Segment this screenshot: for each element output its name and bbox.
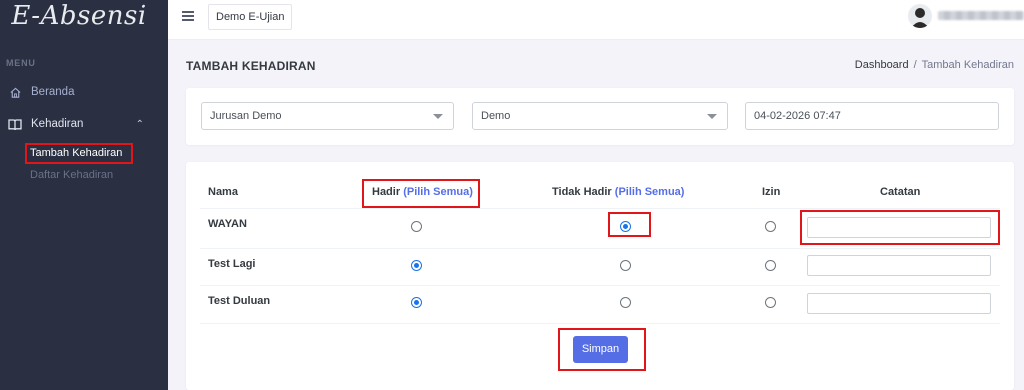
highlight-box	[25, 143, 133, 164]
menu-title: MENU	[6, 58, 36, 68]
page-title: TAMBAH KEHADIRAN	[186, 59, 316, 73]
radio-izin[interactable]	[765, 221, 776, 232]
brand-logo[interactable]: E-Absensi	[0, 0, 168, 40]
filter-card: Jurusan Demo Demo 04-02-2026 07:47	[186, 88, 1014, 145]
sidebar-item-beranda[interactable]: Beranda	[8, 85, 158, 99]
jurusan-value: Jurusan Demo	[210, 110, 282, 122]
radio-izin[interactable]	[765, 297, 776, 308]
pilih-semua-tidak-hadir-link[interactable]: (Pilih Semua)	[615, 186, 685, 198]
col-header-tidak-hadir: Tidak Hadir (Pilih Semua)	[552, 186, 684, 198]
avatar[interactable]	[908, 4, 932, 28]
row-divider	[200, 208, 1000, 209]
radio-izin[interactable]	[765, 260, 776, 271]
caret-down-icon	[707, 114, 717, 119]
caret-down-icon	[433, 114, 443, 119]
sidebar: E-Absensi MENU Beranda Kehadiran ⌃ Tamba…	[0, 0, 168, 390]
student-name: Test Lagi	[208, 258, 256, 270]
home-icon	[8, 85, 22, 99]
breadcrumb-separator: /	[913, 59, 917, 71]
radio-hadir[interactable]	[411, 297, 422, 308]
radio-hadir[interactable]	[411, 260, 422, 271]
username-blurred[interactable]	[938, 11, 1024, 20]
kelas-value: Demo	[481, 110, 511, 122]
radio-tidak-hadir[interactable]	[620, 297, 631, 308]
row-divider	[200, 285, 1000, 286]
kelas-select[interactable]: Demo	[472, 102, 728, 130]
breadcrumb-home[interactable]: Dashboard	[855, 59, 909, 71]
student-name: Test Duluan	[208, 295, 271, 307]
app-switch-button[interactable]: Demo E-Ujian	[208, 4, 293, 30]
logo-text: E-Absensi	[11, 1, 147, 31]
highlight-box	[608, 212, 651, 237]
radio-tidak-hadir[interactable]	[620, 260, 631, 271]
book-icon	[8, 117, 22, 131]
menu-toggle-icon[interactable]	[182, 11, 194, 21]
datetime-input[interactable]: 04-02-2026 07:47	[745, 102, 999, 130]
highlight-box	[362, 179, 480, 208]
breadcrumb: Dashboard / Tambah Kehadiran	[855, 59, 1014, 71]
catatan-input[interactable]	[807, 293, 991, 314]
col-header-nama: Nama	[208, 186, 238, 198]
breadcrumb-current: Tambah Kehadiran	[921, 59, 1014, 71]
student-name: WAYAN	[208, 218, 247, 230]
attendance-card: Nama Hadir (Pilih Semua) Tidak Hadir (Pi…	[186, 162, 1014, 390]
sidebar-item-kehadiran[interactable]: Kehadiran ⌃	[8, 117, 158, 131]
jurusan-select[interactable]: Jurusan Demo	[201, 102, 454, 130]
row-divider	[200, 248, 1000, 249]
col-header-catatan: Catatan	[880, 186, 921, 198]
sidebar-item-label: Kehadiran	[31, 118, 84, 130]
chevron-up-icon: ⌃	[135, 119, 144, 130]
radio-hadir[interactable]	[411, 221, 422, 232]
catatan-input[interactable]	[807, 255, 991, 276]
col-header-izin: Izin	[762, 186, 781, 198]
datetime-value: 04-02-2026 07:47	[754, 110, 841, 122]
highlight-box	[558, 328, 646, 371]
row-divider	[200, 323, 1000, 324]
tidak-hadir-label: Tidak Hadir	[552, 186, 612, 198]
sidebar-subitem-daftar-kehadiran[interactable]: Daftar Kehadiran	[30, 169, 113, 181]
topbar: Demo E-Ujian	[168, 0, 1024, 40]
highlight-box	[800, 210, 1000, 245]
sidebar-item-label: Beranda	[31, 86, 75, 98]
